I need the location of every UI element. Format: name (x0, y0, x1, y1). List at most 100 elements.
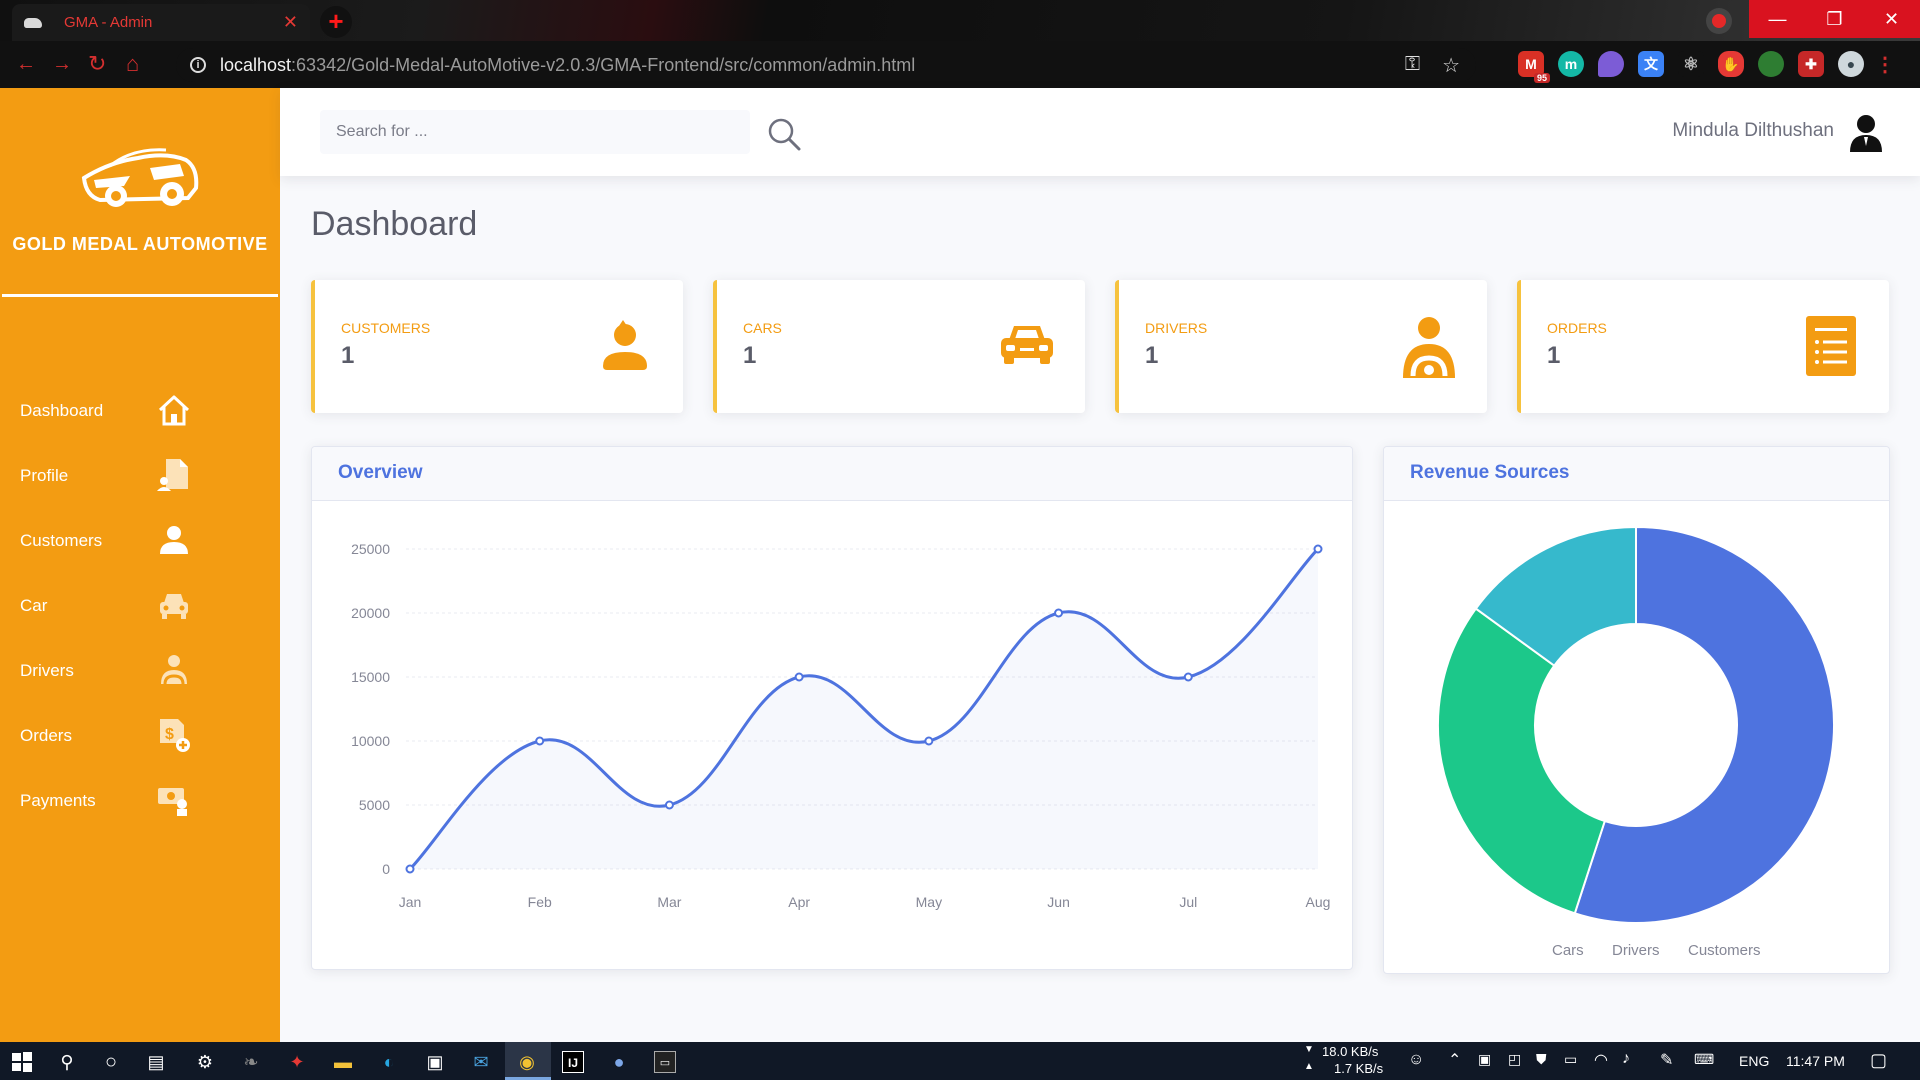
search-taskbar-icon[interactable]: ⚲ (56, 1051, 78, 1073)
keyboard-icon[interactable]: ⌨ (1694, 1051, 1714, 1068)
data-point[interactable] (924, 736, 934, 746)
windows-start-icon[interactable] (11, 1051, 33, 1073)
antivirus-app-icon[interactable]: ✦ (286, 1051, 308, 1073)
gmail-extension-icon[interactable]: M 95 (1518, 51, 1550, 83)
wifi-icon[interactable]: ◠ (1594, 1050, 1608, 1070)
cortana-icon[interactable]: ○ (100, 1051, 122, 1073)
translate-extension-icon[interactable]: 文 (1638, 51, 1664, 77)
data-point[interactable] (794, 672, 804, 682)
brand-divider (2, 294, 278, 297)
key-icon[interactable]: ⚿ (1405, 53, 1420, 78)
x-tick-label: Apr (788, 894, 810, 910)
profile-icon (157, 459, 188, 491)
user-name[interactable]: Mindula Dilthushan (1672, 120, 1834, 142)
react-extension-icon[interactable]: ⚛ (1678, 51, 1704, 77)
data-point[interactable] (535, 736, 545, 746)
people-icon[interactable]: ☺ (1408, 1051, 1424, 1069)
browser-tab[interactable]: GMA - Admin ✕ (12, 4, 310, 41)
bookmark-star-icon[interactable]: ☆ (1442, 53, 1460, 78)
data-point[interactable] (1183, 672, 1193, 682)
donut-slice-drivers[interactable] (1437, 607, 1607, 915)
home-browser-icon[interactable]: ⌂ (126, 51, 139, 77)
favicon-icon (24, 17, 42, 28)
close-window-button[interactable]: ✕ (1863, 0, 1920, 38)
customers-card[interactable]: Customers 1 (311, 280, 683, 413)
defender-icon[interactable]: ⛊ (1536, 1051, 1547, 1068)
sidebar-item-orders[interactable]: Orders $ (0, 703, 280, 768)
search-input[interactable] (320, 110, 750, 154)
notifications-icon[interactable]: ▢ (1870, 1050, 1887, 1071)
sidebar-item-profile[interactable]: Profile (0, 443, 280, 508)
battery-icon[interactable]: ▭ (1564, 1051, 1577, 1068)
sidebar-item-dashboard[interactable]: Dashboard (0, 378, 280, 443)
terminal-icon[interactable]: ▭ (654, 1051, 676, 1073)
revenue-donut-chart: Cars Drivers Customers (1437, 525, 1835, 959)
data-point[interactable] (1313, 544, 1323, 554)
app-drop-icon[interactable]: ● (608, 1051, 630, 1073)
sidebar-item-payments[interactable]: Payments (0, 768, 280, 833)
url-field[interactable]: i localhost:63342/Gold-Medal-AutoMotive-… (176, 48, 1476, 82)
tab-title: GMA - Admin (64, 14, 153, 31)
puzzle-extension-icon[interactable]: ✚ (1798, 51, 1824, 77)
list-icon (1806, 316, 1856, 376)
feather-app-icon[interactable]: ❧ (240, 1051, 262, 1073)
user-icon (603, 320, 647, 370)
clock[interactable]: 11:47 PM (1786, 1053, 1845, 1069)
orders-card[interactable]: Orders 1 (1517, 280, 1889, 413)
chrome-icon[interactable]: ◉ (516, 1051, 538, 1073)
user-avatar-icon[interactable] (1846, 112, 1886, 152)
sidebar-item-car[interactable]: Car (0, 573, 280, 638)
x-tick-label: Aug (1306, 894, 1331, 910)
file-explorer-icon[interactable]: ▬ (332, 1051, 354, 1073)
edge-browser-icon[interactable]: ◐ (378, 1051, 400, 1073)
data-point[interactable] (664, 800, 674, 810)
m-extension-icon[interactable]: m (1558, 51, 1584, 77)
data-point[interactable] (1054, 608, 1064, 618)
x-tick-label: Jan (399, 894, 422, 910)
card-label: Drivers (1145, 320, 1208, 336)
browser-tabbar: GMA - Admin ✕ + — ❐ ✕ (0, 0, 1920, 41)
car-icon (1001, 326, 1053, 364)
task-view-icon[interactable]: ▤ (145, 1051, 167, 1073)
reload-icon[interactable]: ↻ (88, 51, 106, 77)
meet-icon[interactable]: ◰ (1508, 1051, 1521, 1068)
legend-label[interactable]: Cars (1552, 942, 1584, 959)
settings-gear-icon[interactable]: ⚙ (194, 1051, 216, 1073)
intellij-icon[interactable]: IJ (562, 1051, 584, 1073)
pen-icon[interactable]: ✎ (1660, 1050, 1673, 1070)
data-point[interactable] (405, 864, 415, 874)
tab-close-icon[interactable]: ✕ (283, 12, 298, 33)
new-tab-button[interactable]: + (320, 6, 352, 38)
legend-label[interactable]: Customers (1688, 942, 1761, 959)
volume-icon[interactable]: ♪ (1622, 1050, 1630, 1068)
cars-card[interactable]: Cars 1 (713, 280, 1085, 413)
site-info-icon[interactable]: i (190, 57, 206, 73)
color-extension-icon[interactable] (1758, 51, 1784, 77)
stop-extension-icon[interactable]: ✋ (1718, 51, 1744, 77)
language-indicator[interactable]: ENG (1739, 1053, 1769, 1069)
brand-name: GOLD MEDAL AUTOMOTIVE (12, 234, 268, 254)
tray-app-icon[interactable]: ▣ (1478, 1051, 1491, 1068)
drop-extension-icon[interactable] (1598, 51, 1624, 77)
sidebar-item-customers[interactable]: Customers (0, 508, 280, 573)
mail-icon[interactable]: ✉ (470, 1051, 492, 1073)
address-bar: ← → ↻ ⌂ i localhost:63342/Gold-Medal-Aut… (0, 41, 1920, 88)
card-value: 1 (743, 342, 757, 369)
media-control-icon[interactable] (1706, 8, 1732, 34)
legend-label[interactable]: Drivers (1612, 942, 1660, 959)
store-icon[interactable]: ▣ (424, 1051, 446, 1073)
forward-icon[interactable]: → (52, 53, 72, 76)
sidebar-nav: Dashboard Profile Customers Car Drivers … (0, 378, 280, 833)
sidebar-item-drivers[interactable]: Drivers (0, 638, 280, 703)
drivers-card[interactable]: Drivers 1 (1115, 280, 1487, 413)
x-tick-label: Mar (657, 894, 681, 910)
restore-button[interactable]: ❐ (1806, 0, 1863, 38)
profile-avatar-icon[interactable]: ● (1838, 51, 1864, 77)
search-icon[interactable] (766, 116, 802, 152)
menu-kebab-icon[interactable]: ⋮ (1875, 51, 1895, 77)
y-tick-label: 10000 (351, 733, 390, 749)
tray-chevron-icon[interactable]: ⌃ (1448, 1050, 1461, 1070)
x-tick-label: Jun (1047, 894, 1070, 910)
back-icon[interactable]: ← (16, 53, 36, 76)
minimize-button[interactable]: — (1749, 0, 1806, 38)
